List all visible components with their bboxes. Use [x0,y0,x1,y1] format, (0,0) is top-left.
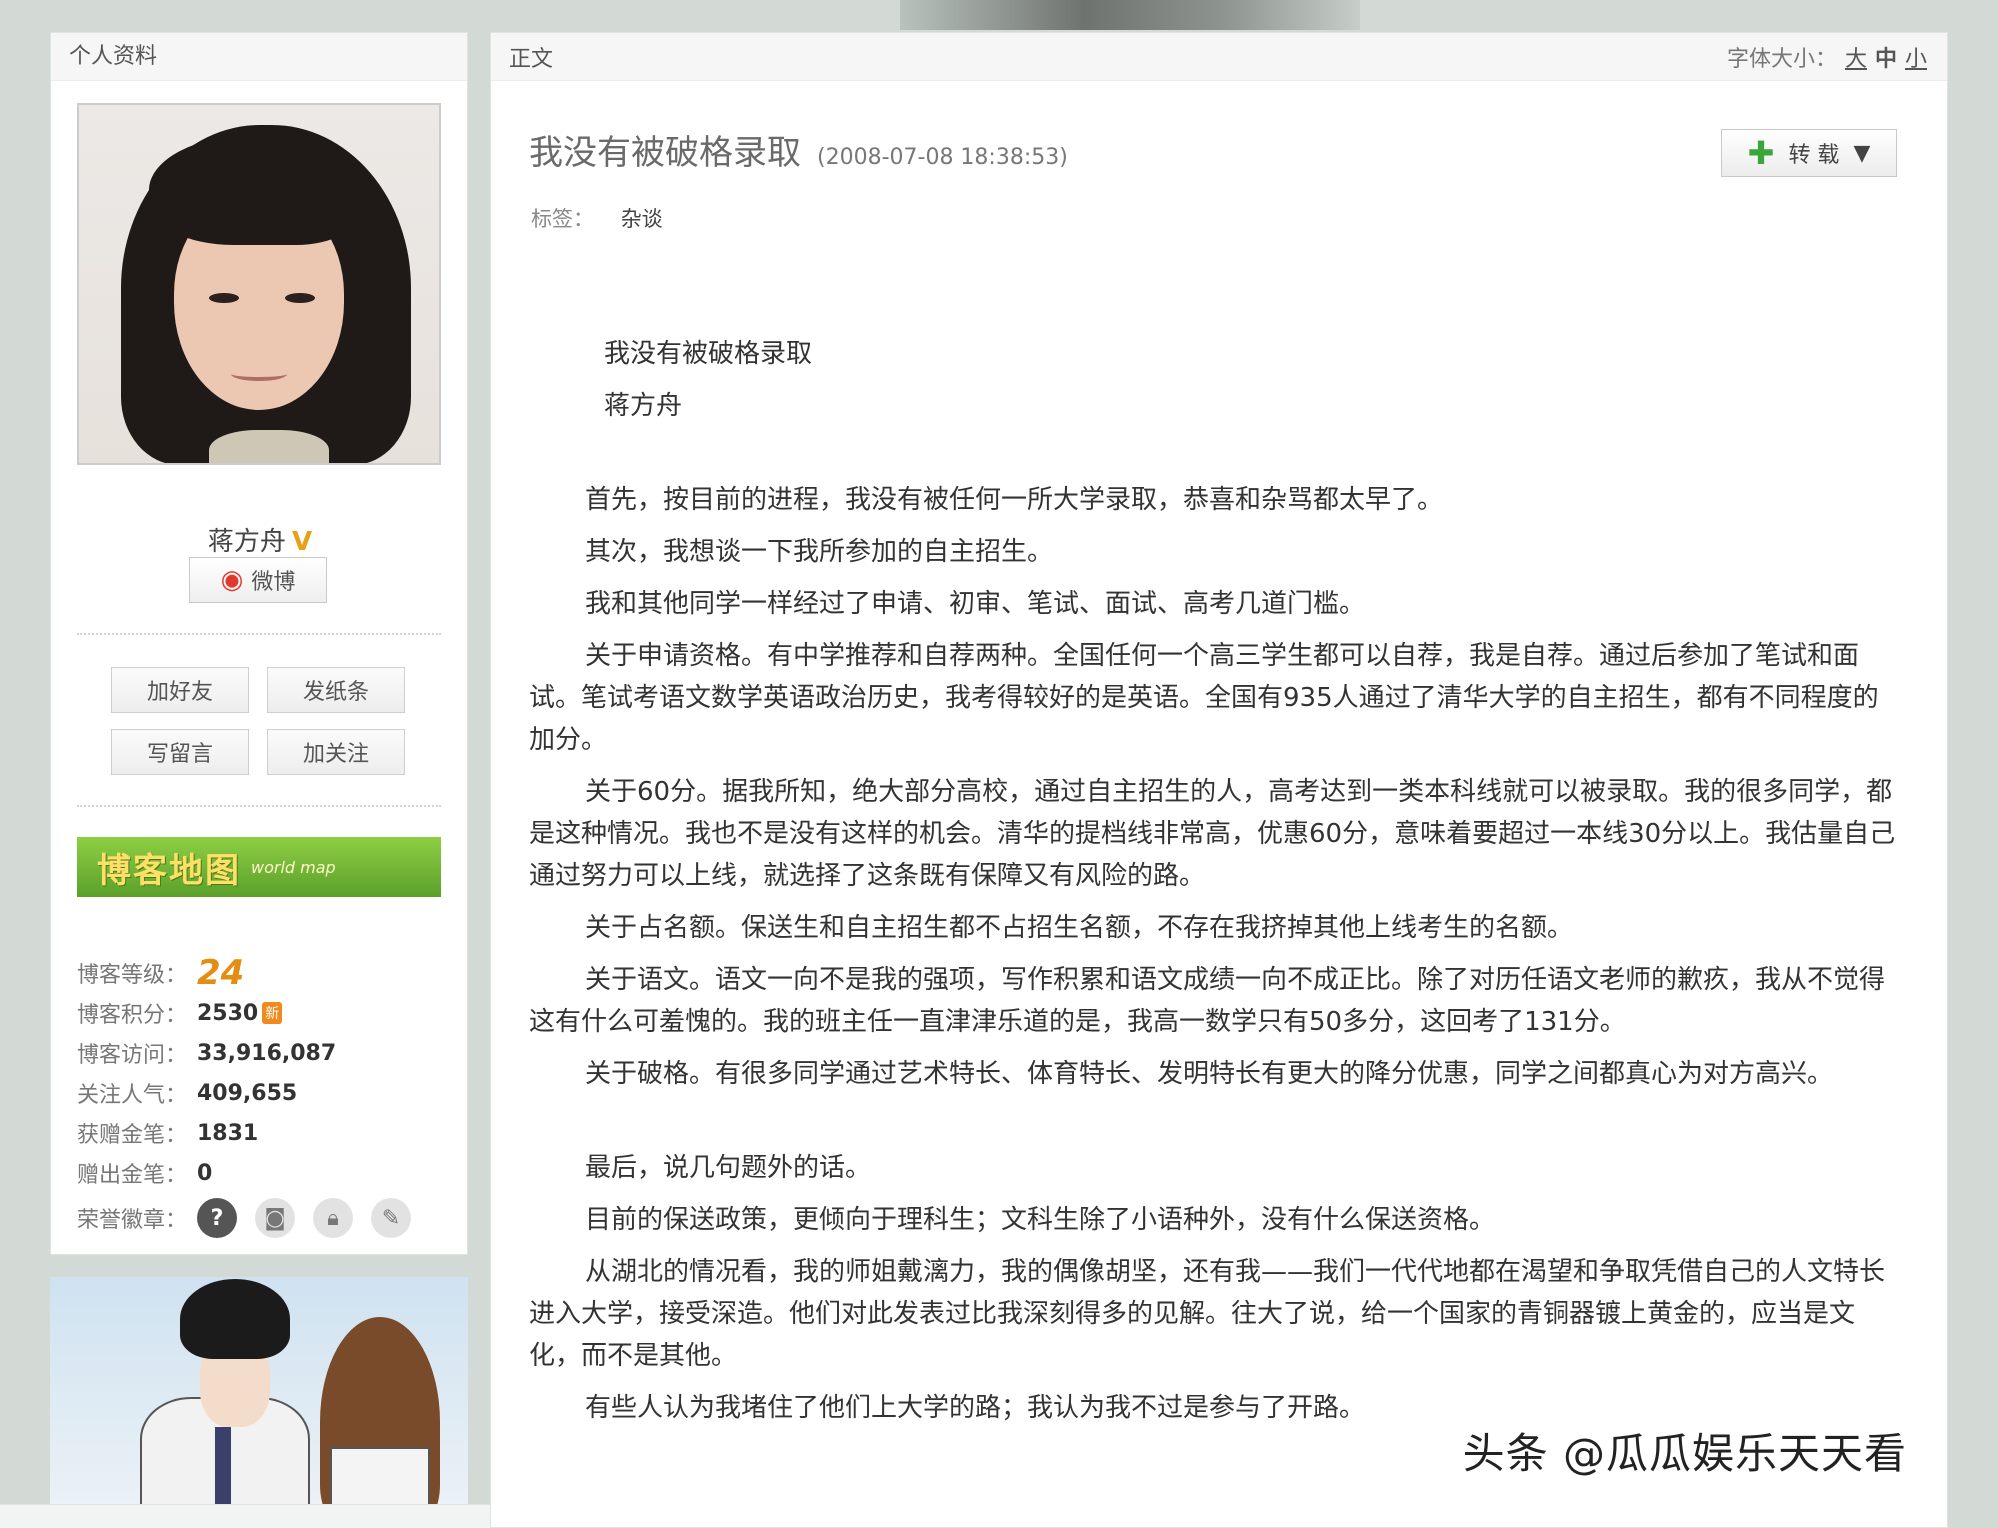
stat-visits: 博客访问： 33,916,087 [77,1040,337,1069]
weibo-button[interactable]: ◉ 微博 [189,557,327,603]
body-author: 蒋方舟 [604,391,683,421]
paragraph: 最后，说几句题外的话。 [585,1153,872,1183]
font-size-large[interactable]: 大 [1845,41,1867,73]
stat-points: 博客积分： 2530 新 [77,993,411,1033]
font-size-medium[interactable]: 中 [1875,41,1897,73]
stat-pens-received: 获赠金笔： 1831 [77,1120,259,1149]
camera-badge-icon[interactable]: ◙ [255,1198,295,1238]
paragraph: 目前的保送政策，更倾向于理科生；文科生除了小语种外，没有什么保送资格。 [585,1205,1496,1235]
lock-badge-icon[interactable]: 🔒︎ [313,1198,353,1238]
blog-map-banner[interactable]: 博客地图 world map [77,837,441,897]
paragraph: 其次，我想谈一下我所参加的自主招生。 [585,537,1054,567]
article-panel: 正文 字体大小： 大 中 小 我没有被破格录取 (2008-07-08 18:3… [490,32,1948,1528]
paragraph: 关于60分。据我所知，绝大部分高校，通过自主招生的人，高考达到一类本科线就可以被… [529,777,1896,891]
add-friend-button[interactable]: 加好友 [111,667,249,713]
profile-name[interactable]: 蒋方舟 V [51,521,469,558]
font-size-switcher: 字体大小： 大 中 小 [1727,41,1927,73]
body-title: 我没有被破格录取 [604,339,813,369]
stat-followers: 关注人气： 409,655 [77,1080,298,1109]
profile-panel-header: 个人资料 [51,33,467,81]
divider [77,805,441,807]
weibo-label: 微博 [251,570,296,595]
level-value: 24 [197,953,245,993]
repost-button[interactable]: ✚ 转 载 ▼ [1721,129,1897,177]
paragraph: 首先，按目前的进程，我没有被任何一所大学录取，恭喜和杂骂都太早了。 [585,485,1444,515]
article-body: 我没有被破格录取 蒋方舟 首先，按目前的进程，我没有被任何一所大学录取，恭喜和杂… [529,333,1903,1439]
article-timestamp: (2008-07-08 18:38:53) [817,145,1068,170]
blog-map-subtitle: world map [251,857,336,877]
article-title-row: 我没有被破格录取 (2008-07-08 18:38:53) [529,125,1068,174]
paragraph: 关于语文。语文一向不是我的强项，写作积累和语文成绩一向不成正比。除了对历任语文老… [529,965,1886,1037]
bottom-bar [0,1504,518,1528]
paragraph: 从湖北的情况看，我的师姐戴漓力，我的偶像胡坚，还有我——我们一代代地都在渴望和争… [529,1257,1886,1371]
sidebar-illustration [50,1277,468,1528]
watermark: 头条 @瓜瓜娱乐天天看 [1462,1429,1907,1478]
profile-name-text: 蒋方舟 [207,527,286,557]
article-panel-header: 正文 字体大小： 大 中 小 [491,33,1947,81]
divider [77,633,441,635]
blog-map-title: 博客地图 [97,850,241,891]
repost-label: 转 载 [1788,143,1840,168]
tag-link[interactable]: 杂谈 [621,207,663,231]
paragraph: 关于占名额。保送生和自主招生都不占招生名额，不存在我挤掉其他上线考生的名额。 [585,913,1574,943]
dropdown-arrow-icon: ▼ [1853,140,1871,166]
article-panel-title: 正文 [509,46,554,72]
follow-button[interactable]: 加关注 [267,729,405,775]
article-tags: 标签： 杂谈 [531,207,663,231]
weibo-icon: ◉ [220,565,244,595]
new-badge: 新 [262,1002,283,1024]
stat-level: 博客等级： 24 [77,953,245,993]
stat-honor-badges: 荣誉徽章： ? ◙ 🔒︎ ✎ [77,1193,411,1243]
font-size-small[interactable]: 小 [1905,41,1927,73]
paragraph: 关于申请资格。有中学推荐和自荐两种。全国任何一个高三学生都可以自荐，我是自荐。通… [529,641,1879,755]
article-title: 我没有被破格录取 [529,133,801,173]
pen-badge-icon[interactable]: ✎ [371,1198,411,1238]
paragraph: 我和其他同学一样经过了申请、初审、笔试、面试、高考几道门槛。 [585,589,1366,619]
verified-icon: V [291,527,313,557]
plus-icon: ✚ [1747,134,1775,172]
profile-panel: 个人资料 蒋方舟 V ◉ 微博 加好友 发纸条 写留言 加关注 博客地图 worl… [50,32,468,1255]
blog-stats: 博客等级： 24 博客积分： 2530 新 博客访问： 33,916,087 关… [77,953,411,1243]
paragraph: 关于破格。有很多同学通过艺术特长、体育特长、发明特长有更大的降分优惠，同学之间都… [585,1059,1834,1089]
stat-pens-sent: 赠出金笔： 0 [77,1160,213,1189]
question-badge-icon[interactable]: ? [197,1198,237,1238]
send-note-button[interactable]: 发纸条 [267,667,405,713]
leave-message-button[interactable]: 写留言 [111,729,249,775]
avatar[interactable] [77,103,441,465]
background-photo-strip [900,0,1360,30]
